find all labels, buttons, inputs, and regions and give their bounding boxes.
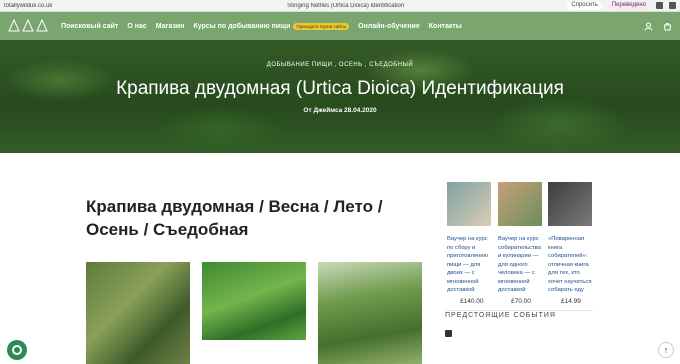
browser-bar: totallywilduk.co.uk Stinging Nettles (Ur…	[0, 0, 680, 12]
nettle-photo-3[interactable]	[318, 262, 422, 364]
cart-icon[interactable]	[663, 22, 672, 31]
nettle-photo-2[interactable]	[202, 262, 306, 340]
nav-item-search[interactable]: Поисковый сайт	[61, 23, 118, 30]
extension-icon[interactable]	[656, 2, 663, 9]
site-logo[interactable]	[8, 19, 52, 33]
product-title[interactable]: «Поваренная книга собирателей»: отличная…	[548, 235, 592, 295]
product-image[interactable]	[548, 182, 592, 226]
product-title[interactable]: Ваучер на курс по сбору и приготовлению …	[447, 235, 491, 295]
profile-icon[interactable]	[669, 2, 676, 9]
nav-item-shop[interactable]: Магазин	[156, 23, 185, 30]
product-card[interactable]: Ваучер на курс собирательства и кулинари…	[498, 182, 542, 305]
main-content: Крапива двудомная / Весна / Лето / Осень…	[0, 153, 680, 364]
product-card[interactable]: Ваучер на курс по сбору и приготовлению …	[447, 182, 491, 305]
courses-badge: Приходите Кухни сайты	[293, 22, 350, 30]
product-price: £14.99	[561, 298, 581, 305]
product-card[interactable]: «Поваренная книга собирателей»: отличная…	[548, 182, 592, 305]
scroll-top-button[interactable]: ↑	[658, 342, 674, 358]
calendar-icon	[445, 330, 452, 337]
upcoming-events-heading: ПРЕДСТОЯЩИЕ СОБЫТИЯ	[445, 312, 556, 319]
chat-icon	[12, 345, 22, 355]
nav-item-online[interactable]: Онлайн-обучение	[358, 23, 420, 30]
translate-button[interactable]: Переведено	[607, 1, 650, 10]
post-meta: От Джеймса 28.04.2020	[303, 107, 377, 114]
product-price: £140.00	[460, 298, 484, 305]
nettle-photo-1[interactable]	[86, 262, 190, 364]
nav-item-contacts[interactable]: Контакты	[429, 23, 462, 30]
product-image[interactable]	[447, 182, 491, 226]
ask-button[interactable]: Спросить	[567, 1, 602, 10]
sidebar-divider	[445, 310, 593, 311]
post-categories[interactable]: ДОБЫВАНИЕ ПИЩИ , ОСЕНЬ , СЪЕДОБНЫЙ	[0, 40, 680, 68]
account-icon[interactable]	[644, 22, 653, 31]
hero-banner: ДОБЫВАНИЕ ПИЩИ , ОСЕНЬ , СЪЕДОБНЫЙ Крапи…	[0, 40, 680, 153]
chat-widget-button[interactable]	[7, 340, 27, 360]
article-heading: Крапива двудомная / Весна / Лето / Осень…	[86, 197, 383, 239]
url-field[interactable]: totallywilduk.co.uk	[4, 3, 124, 9]
product-title[interactable]: Ваучер на курс собирательства и кулинари…	[498, 235, 542, 295]
nav-item-about[interactable]: О нас	[127, 23, 146, 30]
tree-logo-icon	[8, 19, 48, 32]
page-title: Крапива двудомная (Urtica Dioica) Иденти…	[116, 78, 564, 99]
site-nav: Поисковый сайт О нас Магазин Курсы по до…	[0, 12, 680, 40]
tab-title: Stinging Nettles (Urtica Dioica) Identif…	[287, 2, 405, 9]
product-image[interactable]	[498, 182, 542, 226]
nav-item-courses[interactable]: Курсы по добыванию пищи Приходите Кухни с…	[193, 22, 350, 30]
nav-item-courses-label: Курсы по добыванию пищи	[193, 22, 291, 30]
product-price: £70.00	[511, 298, 531, 305]
